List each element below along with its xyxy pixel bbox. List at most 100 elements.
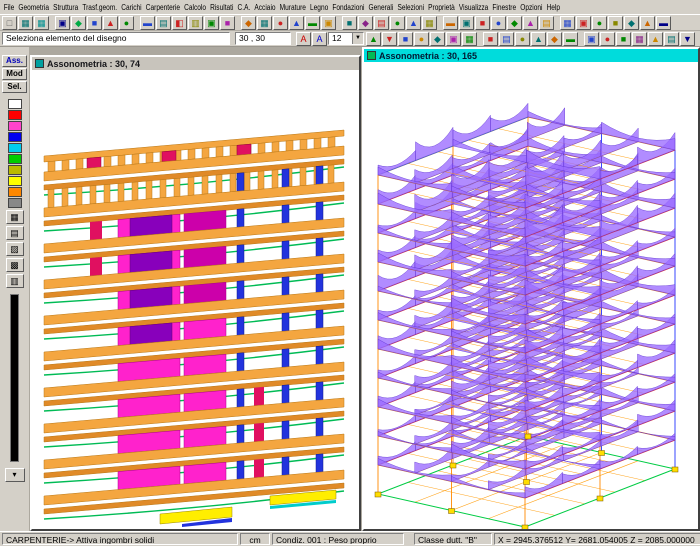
toolbar-main-icon[interactable]: □ (2, 16, 17, 30)
toolbar-main-icon[interactable]: ▣ (204, 16, 219, 30)
toolbar-main-icon[interactable]: ● (390, 16, 405, 30)
toolbar-main-icon[interactable]: ▦ (34, 16, 49, 30)
menu-item-geometria[interactable]: Geometria (16, 1, 51, 15)
pattern-button[interactable]: ▩ (6, 258, 24, 272)
menu-item-finestre[interactable]: Finestre (490, 1, 518, 15)
viewport-left-client[interactable] (32, 70, 359, 529)
toolbar-secondary-post-icon[interactable]: ▦ (462, 32, 477, 46)
font-size-select[interactable]: 12 ▼ (328, 32, 364, 45)
palette-swatch[interactable] (8, 154, 22, 164)
toolbar-secondary-pre-icon[interactable]: A (296, 32, 311, 46)
mode-button-ass[interactable]: Ass. (2, 55, 27, 67)
toolbar-main-icon[interactable]: ▣ (459, 16, 474, 30)
menu-item-visualizza[interactable]: Visualizza (457, 1, 491, 15)
toolbar-main-icon[interactable]: ▤ (156, 16, 171, 30)
toolbar-secondary-post-icon[interactable]: ▲ (366, 32, 381, 46)
viewport-right-client[interactable] (364, 62, 698, 529)
toolbar-secondary-pre-icon[interactable]: A (312, 32, 327, 46)
menu-item-trasf-geom-[interactable]: Trasf.geom. (80, 1, 119, 15)
toolbar-main-icon[interactable]: ▣ (576, 16, 591, 30)
toolbar-main-icon[interactable]: ▦ (257, 16, 272, 30)
zoom-slider[interactable] (10, 294, 19, 462)
toolbar-main-icon[interactable]: ■ (342, 16, 357, 30)
toolbar-main-icon[interactable]: ■ (608, 16, 623, 30)
menu-item-fondazioni[interactable]: Fondazioni (330, 1, 366, 15)
palette-swatch[interactable] (8, 176, 22, 186)
toolbar-secondary-post-icon[interactable]: ▲ (648, 32, 663, 46)
toolbar-main-icon[interactable]: ▲ (289, 16, 304, 30)
menu-item-c-a-[interactable]: C.A. (235, 1, 252, 15)
toolbar-main-icon[interactable]: ▬ (140, 16, 155, 30)
toolbar-main-icon[interactable]: ● (273, 16, 288, 30)
palette-swatch[interactable] (8, 198, 22, 208)
pattern-button[interactable]: ▥ (6, 274, 24, 288)
menu-item-help[interactable]: Help (545, 1, 563, 15)
palette-swatch[interactable] (8, 132, 22, 142)
palette-swatch[interactable] (8, 143, 22, 153)
toolbar-main-icon[interactable]: ◧ (172, 16, 187, 30)
menu-item-carpenterie[interactable]: Carpenterie (144, 1, 182, 15)
toolbar-main-icon[interactable]: ▤ (374, 16, 389, 30)
menu-item-generali[interactable]: Generali (367, 1, 396, 15)
palette-swatch[interactable] (8, 110, 22, 120)
pattern-button[interactable]: ▤ (6, 226, 24, 240)
toolbar-secondary-post-icon[interactable]: ▣ (584, 32, 599, 46)
toolbar-secondary-post-icon[interactable]: ● (414, 32, 429, 46)
toolbar-secondary-post-icon[interactable]: ▲ (531, 32, 546, 46)
mode-button-sel[interactable]: Sel. (2, 81, 27, 93)
toolbar-secondary-post-icon[interactable]: ▬ (563, 32, 578, 46)
palette-swatch[interactable] (8, 99, 22, 109)
toolbar-main-icon[interactable]: ■ (220, 16, 235, 30)
toolbar-main-icon[interactable]: ▬ (443, 16, 458, 30)
viewport-right-titlebar[interactable]: Assonometria : 30, 165 (364, 49, 698, 62)
toolbar-secondary-post-icon[interactable]: ▤ (664, 32, 679, 46)
chevron-down-icon[interactable]: ▼ (352, 33, 363, 44)
model-canvas-moments[interactable] (364, 62, 698, 529)
palette-swatch[interactable] (8, 121, 22, 131)
toolbar-main-icon[interactable]: ◆ (71, 16, 86, 30)
menu-item-file[interactable]: File (2, 1, 17, 15)
toolbar-main-icon[interactable]: ● (491, 16, 506, 30)
toolbar-secondary-post-icon[interactable]: ◆ (547, 32, 562, 46)
pattern-button[interactable]: ▨ (6, 242, 24, 256)
toolbar-main-icon[interactable]: ◆ (624, 16, 639, 30)
toolbar-secondary-post-icon[interactable]: ● (515, 32, 530, 46)
toolbar-main-icon[interactable]: ● (592, 16, 607, 30)
toolbar-secondary-post-icon[interactable]: ● (600, 32, 615, 46)
mode-button-mod[interactable]: Mod (2, 68, 27, 80)
toolbar-main-icon[interactable]: ▲ (103, 16, 118, 30)
toolbar-secondary-post-icon[interactable]: ■ (616, 32, 631, 46)
toolbar-main-icon[interactable]: ◆ (241, 16, 256, 30)
toolbar-main-icon[interactable]: ▦ (18, 16, 33, 30)
toolbar-secondary-post-icon[interactable]: ■ (398, 32, 413, 46)
toolbar-main-icon[interactable]: ▲ (523, 16, 538, 30)
toolbar-main-icon[interactable]: ▬ (305, 16, 320, 30)
menu-item-calcolo[interactable]: Calcolo (182, 1, 208, 15)
menu-item-selezioni[interactable]: Selezioni (395, 1, 426, 15)
sidebar-bottom-button[interactable]: ▾ (5, 468, 25, 482)
toolbar-secondary-post-icon[interactable]: ▣ (446, 32, 461, 46)
toolbar-main-icon[interactable]: ▦ (422, 16, 437, 30)
menu-item-murature[interactable]: Murature (278, 1, 308, 15)
palette-swatch[interactable] (8, 165, 22, 175)
menu-item-legno[interactable]: Legno (308, 1, 330, 15)
toolbar-secondary-post-icon[interactable]: ▤ (499, 32, 514, 46)
viewport-left-titlebar[interactable]: Assonometria : 30, 74 (32, 57, 359, 70)
toolbar-secondary-post-icon[interactable]: ■ (483, 32, 498, 46)
toolbar-main-icon[interactable]: ● (119, 16, 134, 30)
toolbar-secondary-post-icon[interactable]: ▼ (382, 32, 397, 46)
toolbar-secondary-post-icon[interactable]: ▦ (632, 32, 647, 46)
toolbar-secondary-post-icon[interactable]: ▼ (680, 32, 695, 46)
palette-swatch[interactable] (8, 187, 22, 197)
toolbar-main-icon[interactable]: ▥ (188, 16, 203, 30)
toolbar-main-icon[interactable]: ▲ (406, 16, 421, 30)
toolbar-main-icon[interactable]: ▬ (656, 16, 671, 30)
menu-item-propriet-[interactable]: Proprietà (426, 1, 457, 15)
pattern-button[interactable]: ▦ (6, 210, 24, 224)
toolbar-main-icon[interactable]: ▣ (55, 16, 70, 30)
menu-item-risultati[interactable]: Risultati (208, 1, 235, 15)
menu-item-opzioni[interactable]: Opzioni (518, 1, 544, 15)
toolbar-secondary-post-icon[interactable]: ◆ (430, 32, 445, 46)
toolbar-main-icon[interactable]: ▲ (640, 16, 655, 30)
toolbar-main-icon[interactable]: ▦ (560, 16, 575, 30)
